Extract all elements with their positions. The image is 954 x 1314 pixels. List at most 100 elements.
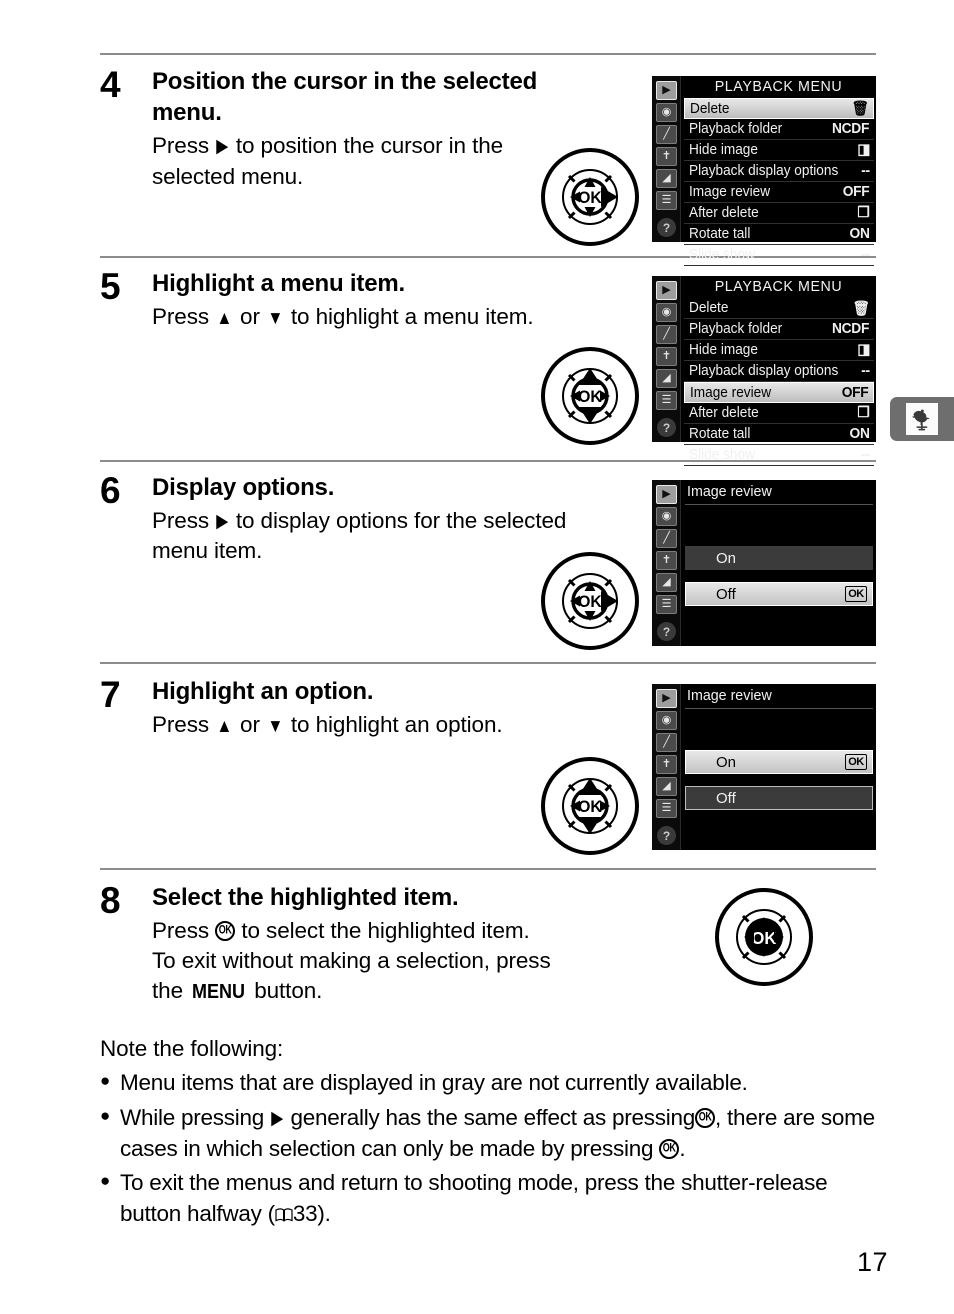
step-7-number: 7 xyxy=(100,674,121,715)
step-8-line2: To exit without making a selection, pres… xyxy=(152,948,551,974)
setup-wrench-icon[interactable]: ✝ xyxy=(656,551,677,570)
menu-row-value: OFF xyxy=(841,384,869,401)
playback-menu-screen-step5: ▶ ◉ ╱ ✝ ◢ ☰ ? PLAYBACK MENU Delete 🗑 Pla… xyxy=(652,276,876,466)
menu-row-label: After delete xyxy=(689,205,759,221)
step-7-title: Highlight an option. xyxy=(152,678,374,705)
menu-sidebar-step4: ▶ ◉ ╱ ✝ ◢ ☰ ? xyxy=(652,76,681,242)
option-row-on[interactable]: On xyxy=(685,546,873,570)
help-icon[interactable]: ? xyxy=(657,218,676,237)
retouch-icon[interactable]: ◢ xyxy=(656,777,677,796)
menu-row-delete[interactable]: Delete 🗑 xyxy=(684,98,874,119)
menu-row-after-delete[interactable]: After delete ❐ xyxy=(684,403,874,424)
menu-row-playback-folder[interactable]: Playback folder NCDF xyxy=(684,319,874,340)
note3-pre: To exit the menus and return to shooting… xyxy=(120,1170,828,1226)
menu-row-playback-display-options[interactable]: Playback display options -- xyxy=(684,361,874,382)
right-arrow-icon: ▶ xyxy=(216,136,229,158)
shooting-camera-icon[interactable]: ◉ xyxy=(656,711,677,730)
recent-settings-icon[interactable]: ☰ xyxy=(656,595,677,614)
menu-row-value: ON xyxy=(849,426,870,442)
step-4-desc-pre: Press xyxy=(152,133,210,159)
setup-wrench-icon[interactable]: ✝ xyxy=(656,347,677,366)
menu-row-label: After delete xyxy=(689,405,759,421)
hide-image-icon: ◨ xyxy=(856,342,870,358)
menu-row-after-delete[interactable]: After delete ❐ xyxy=(684,203,874,224)
multi-selector-dial-step5: OK xyxy=(539,345,641,452)
menu-row-label: Hide image xyxy=(689,342,758,358)
menu-row-hide-image[interactable]: Hide image ◨ xyxy=(684,340,874,361)
setup-wrench-icon[interactable]: ✝ xyxy=(656,147,677,166)
playback-icon[interactable]: ▶ xyxy=(656,689,677,708)
step-6-desc-post: to display options for the selected menu… xyxy=(152,508,567,564)
step-5-desc-pre: Press xyxy=(152,304,210,330)
option-row-off[interactable]: Off OK xyxy=(685,582,873,606)
step-4-number: 4 xyxy=(100,64,121,105)
option-label: On xyxy=(716,549,737,567)
step-8-line3-pre: the xyxy=(152,978,183,1004)
step-8-line1-pre: Press xyxy=(152,918,210,944)
recent-settings-icon[interactable]: ☰ xyxy=(656,391,677,410)
menu-row-rotate-tall[interactable]: Rotate tall ON xyxy=(684,424,874,445)
help-icon[interactable]: ? xyxy=(657,826,676,845)
image-review-screen-step6: ▶ ◉ ╱ ✝ ◢ ☰ ? Image review On Off OK xyxy=(652,480,876,646)
step-7-desc-mid: or xyxy=(240,712,260,738)
retouch-icon[interactable]: ◢ xyxy=(656,169,677,188)
step-7-description: Press ▲ or ▼ to highlight an option. xyxy=(152,710,572,740)
menu-row-label: Slide show xyxy=(689,247,755,263)
menu-row-rotate-tall[interactable]: Rotate tall ON xyxy=(684,224,874,245)
menu-row-playback-folder[interactable]: Playback folder NCDF xyxy=(684,119,874,140)
menu-row-image-review[interactable]: Image review OFF xyxy=(684,182,874,203)
custom-settings-pencil-icon[interactable]: ╱ xyxy=(656,325,677,344)
custom-settings-pencil-icon[interactable]: ╱ xyxy=(656,125,677,144)
menu-row-label: Slide show xyxy=(689,447,755,463)
menu-row-label: Image review xyxy=(690,384,772,401)
menu-row-delete[interactable]: Delete 🗑 xyxy=(684,298,874,319)
bullet-dot-icon: ● xyxy=(100,1171,111,1191)
recent-settings-icon[interactable]: ☰ xyxy=(656,799,677,818)
shooting-camera-icon[interactable]: ◉ xyxy=(656,507,677,526)
shooting-camera-icon[interactable]: ◉ xyxy=(656,303,677,322)
image-review-title: Image review xyxy=(687,687,772,704)
menu-row-slide-show[interactable]: Slide show -- xyxy=(684,445,874,466)
ok-button-icon xyxy=(659,1138,680,1159)
playback-menu-rows-step4: Delete 🗑 Playback folder NCDF Hide image… xyxy=(684,98,874,266)
trash-icon: 🗑 xyxy=(852,300,870,317)
menu-sidebar-step5: ▶ ◉ ╱ ✝ ◢ ☰ ? xyxy=(652,276,681,442)
option-row-off[interactable]: Off xyxy=(685,786,873,810)
svg-text:OK: OK xyxy=(578,388,602,407)
setup-wrench-icon[interactable]: ✝ xyxy=(656,755,677,774)
step-8-line1-post: to select the highlighted item. xyxy=(241,918,530,944)
retouch-icon[interactable]: ◢ xyxy=(656,573,677,592)
note3-post: ). xyxy=(317,1200,331,1226)
custom-settings-pencil-icon[interactable]: ╱ xyxy=(656,733,677,752)
menu-row-hide-image[interactable]: Hide image ◨ xyxy=(684,140,874,161)
menu-row-value: -- xyxy=(861,447,870,463)
svg-text:OK: OK xyxy=(578,593,602,612)
shooting-camera-icon[interactable]: ◉ xyxy=(656,103,677,122)
playback-menu-title: PLAYBACK MENU xyxy=(714,78,843,95)
svg-text:OK: OK xyxy=(751,927,777,948)
option-row-on[interactable]: On OK xyxy=(685,750,873,774)
custom-settings-pencil-icon[interactable]: ╱ xyxy=(656,529,677,548)
menu-row-slide-show[interactable]: Slide show -- xyxy=(684,245,874,266)
rooster-weathervane-icon xyxy=(906,403,938,435)
option-label: Off xyxy=(716,585,736,603)
ok-button-icon xyxy=(695,1107,716,1128)
notes-heading: Note the following: xyxy=(100,1036,284,1061)
option-label: On xyxy=(716,753,737,771)
step-4-description: Press ▶ to position the cursor in the se… xyxy=(152,131,572,191)
menu-row-image-review[interactable]: Image review OFF xyxy=(684,382,874,403)
menu-row-label: Rotate tall xyxy=(689,426,751,442)
manual-page: 4 Position the cursor in the selected me… xyxy=(0,0,954,1314)
help-icon[interactable]: ? xyxy=(657,622,676,641)
retouch-icon[interactable]: ◢ xyxy=(656,369,677,388)
image-review-screen-step7: ▶ ◉ ╱ ✝ ◢ ☰ ? Image review On OK Off xyxy=(652,684,876,850)
playback-icon[interactable]: ▶ xyxy=(656,485,677,504)
bullet-dot-icon: ● xyxy=(100,1071,111,1091)
playback-icon[interactable]: ▶ xyxy=(656,81,677,100)
step-4-title: Position the cursor in the selected menu… xyxy=(152,68,538,127)
svg-text:OK: OK xyxy=(578,798,602,817)
help-icon[interactable]: ? xyxy=(657,418,676,437)
playback-icon[interactable]: ▶ xyxy=(656,281,677,300)
menu-row-playback-display-options[interactable]: Playback display options -- xyxy=(684,161,874,182)
recent-settings-icon[interactable]: ☰ xyxy=(656,191,677,210)
